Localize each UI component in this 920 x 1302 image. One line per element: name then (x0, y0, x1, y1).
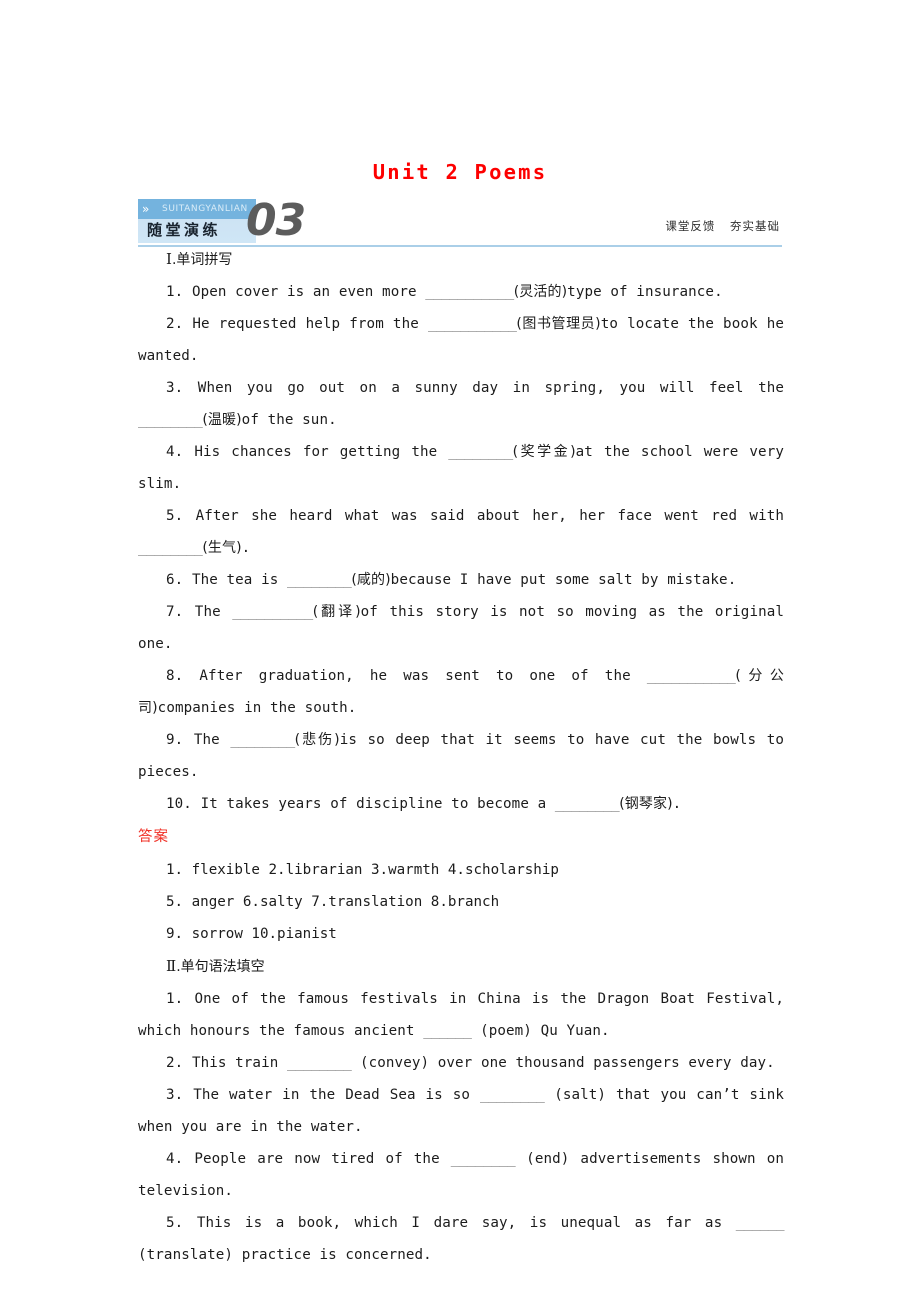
question-text: (convey) over one thousand passengers ev… (351, 1055, 775, 1071)
question-text: This is a book, which I dare say, is une… (183, 1215, 736, 1231)
question-text: The tea is (183, 572, 287, 588)
question-number: 4. (166, 444, 184, 460)
banner-chinese-label: 随堂演练 (147, 221, 222, 239)
question-item: 7. The __________(翻译)of this story is no… (138, 596, 784, 660)
question-item: 6. The tea is ________(咸的)because I have… (138, 564, 784, 596)
question-item: 9. The ________(悲伤)is so deep that it se… (138, 724, 784, 788)
chinese-hint: (温暖) (202, 412, 242, 428)
page-root: Unit 2 Poems » SUITANGYANLIAN 随堂演练 03 课堂… (0, 0, 920, 1302)
answer-blank[interactable]: ________ (448, 444, 513, 460)
answer-blank[interactable]: ________ (138, 540, 203, 556)
answer-blank[interactable]: ________ (451, 1151, 516, 1167)
answer-blank[interactable]: ________ (138, 412, 203, 428)
question-item: 1. Open cover is an even more __________… (138, 276, 784, 308)
question-number: 4. (166, 1151, 184, 1167)
question-text: type of insurance. (567, 284, 723, 300)
banner-badge: » SUITANGYANLIAN 随堂演练 (138, 199, 256, 243)
answer-line: 9. sorrow 10.pianist (166, 926, 337, 942)
question-text: People are now tired of the (183, 1151, 451, 1167)
question-text: (poem) Qu Yuan. (471, 1023, 610, 1039)
question-item: 2. This train ________ (convey) over one… (138, 1047, 784, 1079)
question-text: This train (183, 1055, 287, 1071)
answer-blank[interactable]: ______ (423, 1023, 472, 1039)
answer-blank[interactable]: ________ (480, 1087, 545, 1103)
question-item: 4. People are now tired of the ________ … (138, 1143, 784, 1207)
section-heading-label: .单词拼写 (171, 252, 233, 268)
chinese-hint: (咸的) (351, 572, 391, 588)
page-title: Unit 2 Poems (372, 160, 548, 184)
question-number: 5. (166, 508, 184, 524)
section-heading: Ⅰ.单词拼写 (138, 243, 784, 276)
question-text: The (183, 604, 233, 620)
section-numeral: Ⅱ (166, 957, 177, 975)
question-number: 2. (166, 1055, 184, 1071)
question-number: 1. (166, 991, 184, 1007)
question-item: 3. The water in the Dead Sea is so _____… (138, 1079, 784, 1143)
banner-tagline: 课堂反馈 夯实基础 (665, 218, 780, 234)
question-text: His chances for getting the (183, 444, 449, 460)
answer-blank[interactable]: __________ (232, 604, 313, 620)
answer-blank[interactable]: ___________ (647, 668, 736, 684)
section-banner: » SUITANGYANLIAN 随堂演练 03 课堂反馈 夯实基础 (138, 195, 782, 247)
chinese-hint: (悲伤) (294, 732, 340, 748)
question-number: 6. (166, 572, 184, 588)
question-text: because I have put some salt by mistake. (390, 572, 737, 588)
chinese-hint: (图书管理员) (516, 316, 601, 332)
question-number: 10. (166, 796, 192, 812)
question-number: 2. (166, 316, 184, 332)
question-text: The water in the Dead Sea is so (183, 1087, 480, 1103)
banner-tag-left: 课堂反馈 (665, 219, 716, 233)
question-text: Open cover is an even more (183, 284, 426, 300)
question-number: 1. (166, 284, 184, 300)
banner-pinyin-label: SUITANGYANLIAN (162, 204, 248, 214)
question-item: 1. One of the famous festivals in China … (138, 983, 784, 1047)
answer-line: 1. flexible 2.librarian 3.warmth 4.schol… (166, 862, 559, 878)
section-heading: Ⅱ.单句语法填空 (138, 950, 784, 983)
question-text: It takes years of discipline to become a (191, 796, 555, 812)
question-text: . (241, 540, 251, 556)
answer-blank[interactable]: ________ (287, 1055, 352, 1071)
question-item: 2. He requested help from the __________… (138, 308, 784, 372)
section-heading-label: .单句语法填空 (176, 959, 265, 975)
question-text: When you go out on a sunny day in spring… (183, 380, 784, 396)
answer-section-title: 答案 (138, 829, 169, 845)
chinese-hint: (灵活的) (513, 284, 568, 300)
question-text: of the sun. (241, 412, 337, 428)
question-item: 10. It takes years of discipline to beco… (138, 788, 784, 820)
answer-blank[interactable]: ______ (736, 1215, 785, 1231)
answer-blank[interactable]: ___________ (425, 284, 514, 300)
question-text: After she heard what was said about her,… (183, 508, 784, 524)
question-text: He requested help from the (183, 316, 428, 332)
banner-section-number: 03 (246, 195, 306, 246)
question-number: 8. (166, 668, 184, 684)
question-text: (translate) practice is concerned. (138, 1247, 432, 1263)
chinese-hint: (翻译) (312, 604, 361, 620)
double-chevron-icon: » (142, 202, 149, 216)
worksheet-body: Ⅰ.单词拼写 1. Open cover is an even more ____… (138, 243, 785, 1271)
question-text: The (183, 732, 231, 748)
question-item: 8. After graduation, he was sent to one … (138, 660, 784, 724)
question-item: 3. When you go out on a sunny day in spr… (138, 372, 784, 436)
answer-blank[interactable]: ________ (287, 572, 352, 588)
question-item: 5. This is a book, which I dare say, is … (138, 1207, 785, 1271)
question-number: 3. (166, 380, 184, 396)
question-text: companies in the south. (157, 700, 357, 716)
question-item: 5. After she heard what was said about h… (138, 500, 784, 564)
answer-blank[interactable]: ___________ (428, 316, 517, 332)
question-number: 5. (166, 1215, 184, 1231)
answer-line: 5. anger 6.salty 7.translation 8.branch (166, 894, 500, 910)
question-number: 9. (166, 732, 184, 748)
banner-tag-right: 夯实基础 (730, 219, 780, 233)
question-number: 3. (166, 1087, 184, 1103)
chinese-hint: (奖学金) (512, 444, 576, 460)
question-text: . (672, 796, 682, 812)
question-item: 4. His chances for getting the ________(… (138, 436, 784, 500)
answer-blank[interactable]: ________ (230, 732, 295, 748)
question-text: After graduation, he was sent to one of … (183, 668, 647, 684)
answer-blank[interactable]: ________ (555, 796, 620, 812)
chinese-hint: (钢琴家) (619, 796, 673, 812)
chinese-hint: (生气) (202, 540, 242, 556)
question-number: 7. (166, 604, 184, 620)
